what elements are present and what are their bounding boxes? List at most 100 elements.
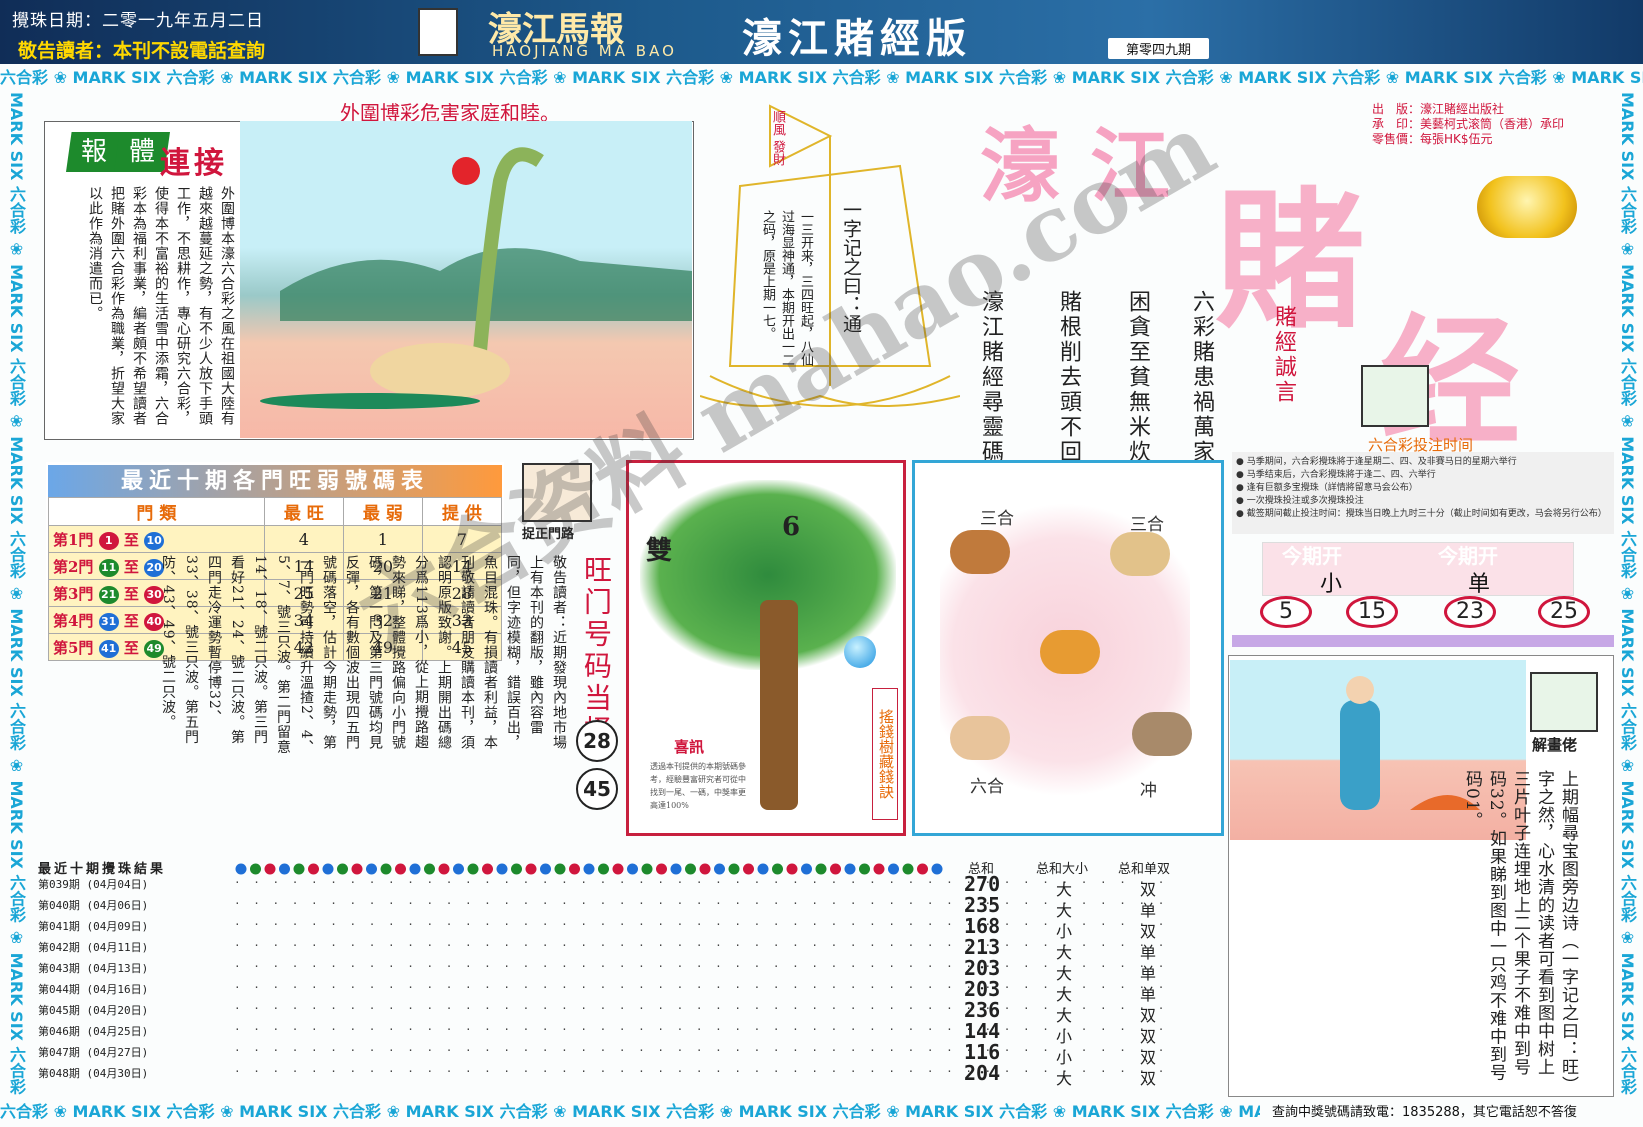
logo-subtitle: HAOJIANG MA BAO [492,42,677,60]
story-text: 外圍博本濠六合彩之風在祖國大陸有越來越蔓延之勢，有不少人放下手頭工作，不思耕作，… [87,186,235,426]
draw-dot-track: · · · · · · · · · · · · · · · · · · · · … [234,1065,1168,1078]
draw-row: 第044期 (04月16日) · · · · · · · · · · · · · … [38,981,1164,1003]
draw-period-label: 第039期 (04月04日) [38,878,149,891]
door-label: 第3門 [53,584,94,603]
draw-results-grid: 第039期 (04月04日) · · · · · · · · · · · · · … [38,876,1164,1096]
motto-column: 困貪至貧無米炊 [1125,290,1150,465]
dog-icon [1110,532,1170,576]
hot-number: 45 [576,768,618,810]
number-scale-dot [264,863,276,875]
hotline-note: 查詢中獎號碼請致電：1835288，其它電話恕不答復 [1272,1105,1577,1120]
number-scale-dot [685,863,696,875]
draw-dot-track: · · · · · · · · · · · · · · · · · · · · … [234,1002,1168,1015]
hot-cold-table-title: 最近十期各門旺弱號碼表 [48,465,502,497]
number-scale-dot [511,863,522,875]
good-news-title: 喜訊 [674,738,705,756]
number-scale-dot [293,863,305,875]
hot-cell: 4 [263,525,344,553]
this-period-parity: 单 [1468,572,1491,597]
door-label: 第2門 [53,557,94,576]
draw-period-label: 第042期 (04月11日) [38,941,149,954]
size-header: 总和大小 [1036,862,1089,877]
pick-number: 25 [1538,596,1590,628]
betting-time-item: ● 逢有巨额多宝攪珠（詳情將留意马会公布） [1236,483,1418,493]
draw-row: 第047期 (04月27日) · · · · · · · · · · · · · … [38,1044,1164,1066]
draw-dot-track: · · · · · · · · · · · · · · · · · · · · … [234,1023,1168,1036]
range-start-ball: 1 [98,531,119,550]
draw-period-label: 第041期 (04月09日) [38,920,149,933]
pick-number: 5 [1260,596,1312,628]
draw-period-label: 第045期 (04月20日) [38,1004,149,1017]
betting-time-item: ● 一次攪珠投注或多次攪珠投注 [1236,496,1364,506]
number-scale-bar [234,860,954,875]
title-text: 連接 [160,146,228,181]
blue-ball-icon [844,636,876,668]
picture-interpretation-text: 上期幅尋宝图旁边诗（一字记之曰：旺）字之然，心水清的读者可看到图中树上三片叶子连… [1462,770,1578,1086]
number-scale-dot [438,863,450,875]
draw-dot-track: · · · · · · · · · · · · · · · · · · · · … [234,897,1168,910]
number-scale-dot [235,863,247,875]
number-scale-dot [656,863,667,875]
pig-icon [950,716,1010,760]
draw-period-label: 第044期 (04月16日) [38,983,149,996]
number-scale-dot [482,863,493,875]
door-label: 第5門 [53,638,94,657]
draw-row: 第043期 (04月13日) · · · · · · · · · · · · · … [38,960,1164,982]
number-scale-dot [815,863,827,875]
gold-ingot-icon [1477,176,1577,238]
number-scale-dot [728,863,740,875]
horse-icon [950,530,1010,574]
picture-icon-label: 解畫佬 [1532,736,1578,754]
tree-side-label: 搖錢樹藏錢訣 [872,688,898,820]
number-scale-dot [409,863,421,875]
number-scale-dot [743,863,754,875]
number-scale-dot [714,863,725,875]
draw-dot-track: · · · · · · · · · · · · · · · · · · · · … [234,939,1168,952]
monkey-icon [1132,712,1192,756]
size-value: 大 [1056,1069,1077,1088]
draw-row: 第040期 (04月06日) · · · · · · · · · · · · · … [38,897,1164,919]
edition-title: 濠江賭經版 [742,15,972,62]
tiger-icon [1040,630,1100,674]
number-scale-dot [279,863,290,875]
hot-number: 28 [576,720,618,762]
printer-line: 承 印：美藝柯式滚筒（香港）承印 [1372,117,1565,131]
door-cell: 第1門 1 至 10 [48,525,265,553]
marquee-right: MARK SIX 六合彩 ❀ MARK SIX 六合彩 ❀ MARK SIX 六… [1618,92,1637,1098]
number-scale-dot [830,863,841,875]
this-period-heading: 今期开 [1438,544,1498,568]
publisher-info: 出 版：濠江賭經出版社 承 印：美藝柯式滚筒（香港）承印 零售價：每張HK$伍元 [1372,102,1564,147]
draw-row: 第042期 (04月11日) · · · · · · · · · · · · · … [38,939,1164,961]
draw-period-label: 第043期 (04月13日) [38,962,149,975]
reader-notice: 敬告讀者：本刊不設電話查詢 [18,40,266,62]
pick-number: 23 [1444,596,1496,628]
draw-row: 第041期 (04月09日) · · · · · · · · · · · · · … [38,918,1164,940]
motto-column: 六彩賭患禍萬家 [1189,290,1214,465]
door-label: 第4門 [53,611,94,630]
number-scale-dot [598,863,609,875]
zodiac-label: 冲 [1140,781,1157,801]
pick-number: 15 [1346,596,1398,628]
good-news-body: 透過本刊提供的本期號碼參考，經驗豐富研究者可從中找到一尾、一碼，中獎率更高達10… [650,762,746,810]
title-badge: 報 [66,132,122,172]
number-scale-dot [453,863,464,875]
number-scale-dot [917,863,928,875]
draw-period-label: 第047期 (04月27日) [38,1046,149,1059]
number-scale-dot [670,863,682,875]
this-period-size: 小 [1320,572,1343,597]
motto-label: 賭經誠言 [1271,305,1296,405]
number-scale-dot [772,863,783,875]
number-scale-dot [801,863,812,875]
number-scale-dot [888,863,899,875]
number-scale-dot [786,863,798,875]
col-header: 門 類 [48,497,265,526]
draw-dot-track: · · · · · · · · · · · · · · · · · · · · … [234,918,1168,931]
draw-dot-track: · · · · · · · · · · · · · · · · · · · · … [234,1044,1168,1057]
tree-hidden-char: 雙 [646,536,673,566]
issue-number: 第零四九期 [1108,38,1210,59]
number-scale-dot [308,863,319,875]
number-scale-dot [612,863,624,875]
number-scale-dot [467,863,479,875]
betting-time-item: ● 马季期间，六合彩攪珠將于逢星期二、四、及非賽马日的星期六举行 [1236,457,1517,467]
price-line: 零售價：每張HK$伍元 [1372,132,1493,146]
